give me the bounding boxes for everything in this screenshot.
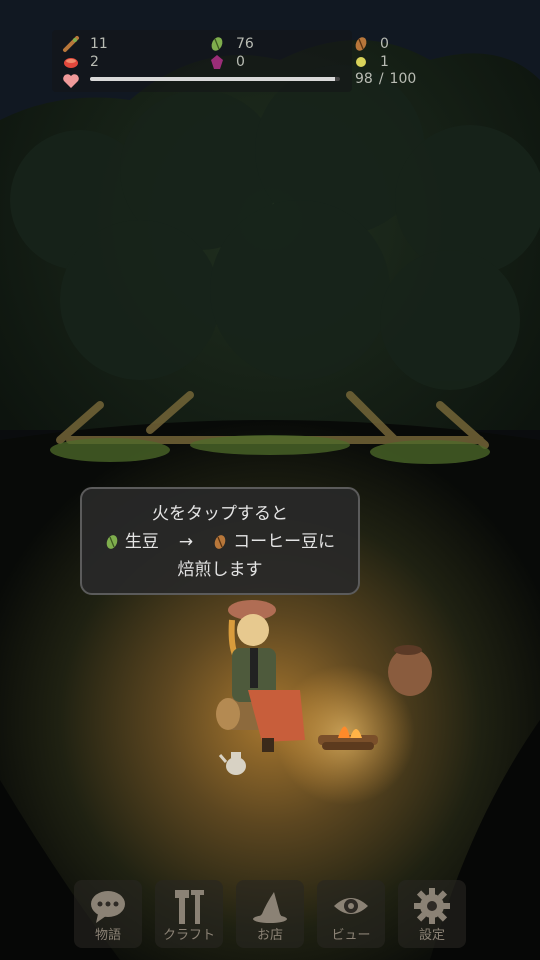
bottom-nav: 物語 クラフト お店 ビュー 設定	[0, 880, 540, 950]
tooltip-green-bean-label: 生豆	[124, 532, 159, 552]
gem-stat: 0	[208, 53, 245, 71]
roasted-beans-stat: 0	[352, 35, 389, 53]
wood-stat: 11	[62, 35, 108, 53]
nav-view-label: ビュー	[331, 928, 371, 943]
tooltip-line-3: 焙煎します	[177, 560, 263, 580]
wood-count: 11	[90, 36, 108, 52]
gear-icon	[414, 888, 450, 924]
hp-bar	[90, 77, 340, 81]
hp-bar-fill	[90, 77, 335, 81]
coin-stat: 1	[352, 53, 389, 71]
coffee-bean-icon	[355, 37, 367, 51]
hp-max: 100	[389, 71, 417, 87]
gem-icon	[211, 55, 223, 69]
chat-bubble-icon	[91, 891, 125, 923]
green-bean-icon	[106, 535, 118, 549]
meat-icon	[64, 58, 78, 68]
roasted-beans-count: 0	[380, 36, 389, 52]
nav-craft-label: クラフト	[162, 928, 215, 943]
wood-icon	[63, 36, 79, 52]
green-beans-stat: 76	[208, 35, 254, 53]
forest-campfire-scene	[0, 0, 540, 960]
tooltip-arrow: →	[178, 532, 194, 552]
heart-icon	[63, 74, 79, 88]
meat-stat: 2	[62, 53, 99, 71]
nav-story-button[interactable]: 物語	[74, 880, 142, 948]
nav-settings-label: 設定	[418, 928, 445, 943]
witch-hat-icon	[253, 892, 287, 923]
green-beans-count: 76	[236, 36, 254, 52]
coin-icon	[356, 57, 366, 67]
coffee-bean-icon	[214, 535, 226, 549]
hp-readout: 98 / 100	[355, 71, 416, 87]
hp-current: 98	[355, 71, 373, 87]
nav-settings-button[interactable]: 設定	[398, 880, 466, 948]
roast-hint-tooltip: 火をタップすると 生豆 → コーヒー豆に 焙煎します	[80, 487, 360, 595]
nav-story-label: 物語	[94, 928, 121, 943]
nav-craft-button[interactable]: クラフト	[155, 880, 223, 948]
tools-icon	[175, 890, 204, 924]
tooltip-line-2: 生豆 → コーヒー豆に	[82, 527, 358, 557]
nav-shop-label: お店	[256, 928, 283, 943]
gem-count: 0	[236, 54, 245, 70]
meat-count: 2	[90, 54, 99, 70]
nav-view-button[interactable]: ビュー	[317, 880, 385, 948]
hp-separator: /	[378, 71, 384, 87]
coin-count: 1	[380, 54, 389, 70]
eye-icon	[334, 898, 368, 914]
nav-shop-button[interactable]: お店	[236, 880, 304, 948]
campfire[interactable]	[312, 712, 384, 756]
tooltip-line-1: 火をタップすると	[152, 504, 288, 524]
tooltip-coffee-bean-label: コーヒー豆に	[233, 532, 336, 552]
green-bean-icon	[211, 37, 223, 51]
